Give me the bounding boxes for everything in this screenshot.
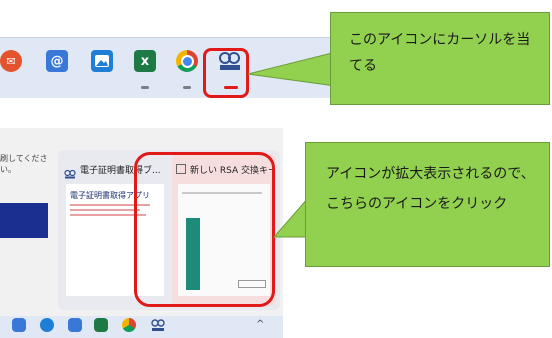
photos-icon[interactable] — [91, 50, 113, 72]
photos-glyph — [95, 55, 109, 67]
edge-icon[interactable] — [40, 318, 54, 332]
excel-glyph: x — [140, 53, 150, 69]
certificate-app-icon[interactable] — [150, 318, 166, 332]
chrome-running-indicator — [183, 86, 191, 89]
excel-icon[interactable]: x — [134, 50, 156, 72]
mail-at-icon[interactable]: @ — [46, 50, 68, 72]
page-blue-button — [0, 203, 48, 238]
taskbar-bottom: ^ — [0, 316, 283, 338]
excel-running-indicator — [141, 86, 149, 89]
chrome-icon[interactable] — [176, 50, 198, 72]
taskbar-screenshot-bottom: 刷してください。 電子証明書取得ブ... 電子証明書取得アプリ 新しい RSA … — [0, 128, 283, 338]
highlight-box-preview — [134, 152, 275, 307]
chrome-icon[interactable] — [122, 318, 136, 332]
callout-pointer-top — [247, 51, 337, 87]
outlook-glyph: ✉ — [6, 54, 16, 68]
callout-bottom: アイコンが拡大表示されるので、こちらのアイコンをクリック — [305, 142, 550, 267]
excel-icon[interactable] — [94, 318, 108, 332]
page-text: 刷してください。 — [0, 154, 48, 174]
thumb-left-icon — [64, 164, 76, 179]
chrome-center — [180, 54, 194, 68]
mail-at-icon[interactable] — [12, 318, 26, 332]
mail-at-glyph: @ — [50, 53, 64, 69]
outlook-icon[interactable]: ✉ — [0, 50, 22, 72]
callout-top: このアイコンにカーソルを当てる — [330, 12, 550, 105]
photos-icon[interactable] — [68, 318, 82, 332]
chevron-up-icon[interactable]: ^ — [256, 319, 266, 330]
thumb-line-2 — [70, 209, 140, 211]
callout-top-text: このアイコンにカーソルを当てる — [349, 32, 531, 74]
callout-bottom-text: アイコンが拡大表示されるので、こちらのアイコンをクリック — [326, 166, 535, 212]
